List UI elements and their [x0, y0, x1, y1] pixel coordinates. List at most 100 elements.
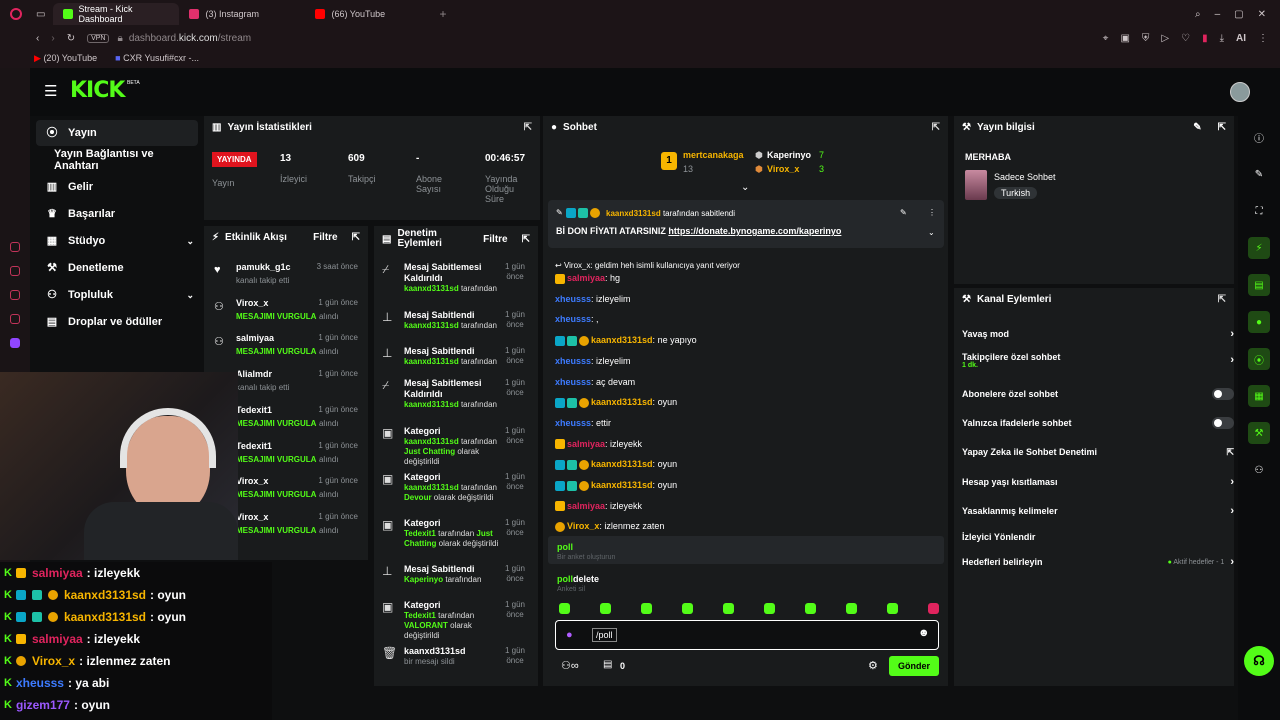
maximize-button[interactable]: ▢ [1234, 9, 1243, 20]
play-icon[interactable]: ▷ [1161, 33, 1169, 44]
channel-action-item[interactable]: Yalnızca ifadelerle sohbet [962, 415, 1234, 431]
unpin-icon[interactable]: ✎ [900, 208, 907, 217]
opera-logo-icon[interactable] [10, 8, 22, 20]
nav-item-topluluk[interactable]: ⚇ Topluluk ⌄ [36, 282, 200, 308]
chat-username[interactable]: salmiyaa [567, 273, 605, 283]
sidebar-icon-4[interactable] [10, 314, 20, 324]
chat-message[interactable]: xheusss: aç devam [555, 377, 635, 387]
command-suggestion-poll[interactable]: poll Bir anket oluşturun [548, 536, 944, 564]
mod-action-item[interactable]: ▣ Kategori kaanxd3131sd tarafından Just Ch… [374, 426, 534, 470]
emote-icon[interactable] [600, 603, 611, 614]
pencil-icon[interactable]: ✎ [1248, 163, 1270, 185]
emote-icon[interactable] [887, 603, 898, 614]
chevron-down-icon[interactable]: ⌄ [741, 182, 749, 193]
people-icon[interactable]: ⚇ [1248, 459, 1270, 481]
nav-item-studyo[interactable]: ▦ Stüdyo ⌄ [36, 228, 200, 254]
chat-username[interactable]: kaanxd3131sd [591, 480, 653, 490]
mod-action-item[interactable]: ▣ Kategori Tedexit1 tarafından VALORANT ol… [374, 600, 534, 644]
gift-icon[interactable]: ▤ [603, 659, 612, 670]
nav-item-yayin[interactable]: ⦿ Yayın [36, 120, 198, 146]
activity-item[interactable]: ♥ pamukk_g1c kanalı takip etti 3 saat önce [204, 262, 364, 296]
emoji-icon[interactable]: ☻ [918, 627, 930, 639]
emote-icon[interactable] [559, 603, 570, 614]
chat-username[interactable]: xheusss [555, 377, 591, 387]
chat-message[interactable]: salmiyaa: izleyekk [555, 439, 642, 450]
chat-message[interactable]: kaanxd3131sd: oyun [555, 397, 677, 408]
mod-action-item[interactable]: ⌿ Mesaj Sabitlemesi Kaldırıldı kaanxd3131s… [374, 262, 534, 306]
focus-icon[interactable]: ⛶ [1248, 200, 1270, 222]
expand-chevron-icon[interactable]: ⌄ [928, 228, 935, 237]
channel-action-item[interactable]: İzleyici Yönlendir [962, 529, 1234, 545]
top-chatter-1[interactable]: mertcanakaga [683, 150, 744, 160]
bookmark-cxr[interactable]: ■ CXR Yusufi#cxr -... [115, 53, 199, 63]
emote-icon[interactable] [928, 603, 939, 614]
settings-gear-icon[interactable]: ⚙ [868, 659, 878, 672]
mod-action-item[interactable]: 🗑︎ kaanxd3131sd bir mesajı sildi 1 gün önce [374, 646, 534, 690]
mic-icon[interactable]: ● [566, 629, 573, 641]
chat-username[interactable]: Virox_x [567, 521, 599, 531]
toggle-switch[interactable] [1212, 417, 1234, 429]
url-text[interactable]: dashboard.kick.com/stream [129, 33, 251, 44]
channel-action-item[interactable]: Takipçilere özel sohbet 1 dk. › [962, 352, 1234, 369]
pinned-link[interactable]: https://donate.bynogame.com/kaperinyo [668, 226, 841, 236]
nav-item-denetleme[interactable]: ⚒ Denetleme [36, 255, 200, 281]
chat-message[interactable]: kaanxd3131sd: oyun [555, 459, 677, 470]
hamburger-menu-icon[interactable]: ☰ [44, 82, 57, 100]
chat-message[interactable]: Virox_x: izlenmez zaten [555, 521, 664, 533]
vpn-badge[interactable]: VPN [87, 33, 110, 43]
channel-action-item[interactable]: Yapay Zeka ile Sohbet Denetimi ⇱ [962, 444, 1234, 460]
heart-icon[interactable]: ♡ [1181, 33, 1190, 44]
popout-icon[interactable]: ⇱ [522, 234, 530, 245]
avatar[interactable] [1230, 82, 1250, 102]
kick-logo[interactable]: KICK [70, 78, 125, 103]
channel-action-item[interactable]: Abonelere özel sohbet [962, 386, 1234, 402]
chat-message[interactable]: kaanxd3131sd: oyun [555, 480, 677, 491]
emote-icon[interactable] [641, 603, 652, 614]
sidebar-icon-3[interactable] [10, 290, 20, 300]
chat-username[interactable]: salmiyaa [567, 439, 605, 449]
filter-button[interactable]: Filtre [313, 232, 337, 243]
shield-icon[interactable]: ⛨ [1142, 33, 1150, 44]
popout-icon[interactable]: ⇱ [1218, 122, 1226, 133]
chat-username[interactable]: xheusss [555, 356, 591, 366]
toggle-switch[interactable] [1212, 388, 1234, 400]
workspace-icon[interactable]: ▭ [36, 9, 45, 20]
chat-message[interactable]: xheusss: , [555, 314, 599, 324]
pin-icon[interactable]: ⌖ [1103, 33, 1109, 44]
edit-icon[interactable]: ✎ [1193, 122, 1201, 133]
people-icon[interactable]: ⚇∞ [561, 659, 579, 672]
bookmark-youtube[interactable]: ▶ (20) YouTube [34, 53, 97, 64]
popout-icon[interactable]: ⇱ [524, 122, 532, 133]
send-button[interactable]: Gönder [889, 656, 939, 676]
new-tab-button[interactable]: + [439, 7, 446, 21]
channel-action-item[interactable]: Hesap yaşı kısıtlaması › [962, 474, 1234, 490]
activity-item[interactable]: ⚇Virox_xMESAJIMI VURGULA alındı1 gün önc… [204, 298, 364, 332]
emote-icon[interactable] [805, 603, 816, 614]
tab-instagram[interactable]: (3) Instagram [179, 3, 305, 25]
wallet-icon[interactable]: ▮ [1202, 33, 1208, 44]
chat-username[interactable]: salmiyaa [567, 501, 605, 511]
download-icon[interactable]: ⤓ [1220, 33, 1224, 44]
broadcast-icon[interactable]: ⦿ [1248, 348, 1270, 370]
tab-kick[interactable]: Stream - Kick Dashboard [53, 3, 180, 25]
popout-icon[interactable]: ⇱ [932, 122, 940, 133]
chat-message[interactable]: xheusss: ettir [555, 418, 611, 428]
chat-username[interactable]: kaanxd3131sd [591, 335, 653, 345]
document-icon[interactable]: ▤ [1248, 274, 1270, 296]
layout-icon[interactable]: ▦ [1248, 385, 1270, 407]
chat-message[interactable]: salmiyaa: hg [555, 273, 620, 284]
filter-button[interactable]: Filtre [483, 234, 507, 245]
emote-icon[interactable] [682, 603, 693, 614]
chat-username[interactable]: kaanxd3131sd [591, 459, 653, 469]
twitch-icon[interactable] [10, 338, 20, 348]
channel-action-item[interactable]: Yavaş mod › [962, 326, 1234, 342]
info-icon[interactable]: ⓘ [1248, 126, 1270, 148]
sidebar-icon-2[interactable] [10, 266, 20, 276]
more-icon[interactable]: ⋮ [928, 208, 936, 217]
chat-icon[interactable]: ● [1248, 311, 1270, 333]
ai-button[interactable]: AI [1236, 33, 1246, 44]
forward-button[interactable]: › [51, 33, 54, 44]
tab-youtube[interactable]: (66) YouTube [305, 3, 431, 25]
snapshot-icon[interactable]: ▣ [1120, 33, 1129, 44]
bolt-icon[interactable]: ⚡︎ [1248, 237, 1270, 259]
